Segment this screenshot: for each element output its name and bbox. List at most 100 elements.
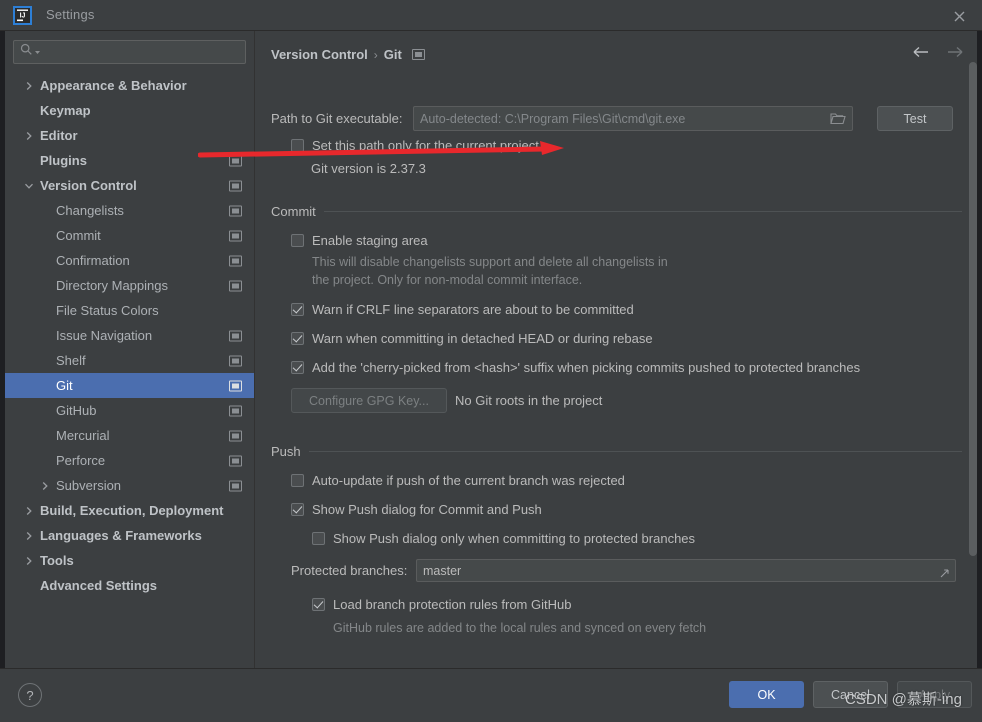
- cancel-button[interactable]: Cancel: [813, 681, 888, 708]
- chevron-right-icon[interactable]: [39, 480, 51, 492]
- apply-button[interactable]: Apply: [897, 681, 972, 708]
- expand-icon[interactable]: [937, 565, 949, 577]
- sidebar-item-label: Keymap: [40, 103, 91, 118]
- close-icon[interactable]: [944, 4, 974, 28]
- sidebar-item-tools[interactable]: Tools: [5, 548, 254, 573]
- project-settings-icon: [229, 155, 242, 166]
- search-input[interactable]: [45, 45, 235, 59]
- sidebar-item-version-control[interactable]: Version Control: [5, 173, 254, 198]
- sidebar-item-directory-mappings[interactable]: Directory Mappings: [5, 273, 254, 298]
- folder-icon[interactable]: [830, 112, 846, 125]
- show-push-dialog-checkbox-row[interactable]: Show Push dialog for Commit and Push: [291, 502, 542, 517]
- warn-crlf-checkbox-row[interactable]: Warn if CRLF line separators are about t…: [291, 302, 634, 317]
- sidebar-item-appearance-behavior[interactable]: Appearance & Behavior: [5, 73, 254, 98]
- breadcrumb-parent[interactable]: Version Control: [271, 47, 368, 62]
- section-divider: [308, 451, 962, 452]
- help-button[interactable]: ?: [18, 683, 42, 707]
- settings-sidebar: Appearance & Behavior Keymap Editor Plugins…: [5, 31, 254, 668]
- sidebar-item-label: Languages & Frameworks: [40, 528, 202, 543]
- project-settings-icon: [229, 380, 242, 391]
- load-github-rules-label: Load branch protection rules from GitHub: [333, 597, 572, 612]
- dialog-footer: ? OK Cancel Apply: [0, 668, 982, 722]
- sidebar-item-shelf[interactable]: Shelf: [5, 348, 254, 373]
- sidebar-item-file-status-colors[interactable]: File Status Colors: [5, 298, 254, 323]
- sidebar-item-editor[interactable]: Editor: [5, 123, 254, 148]
- chevron-right-icon[interactable]: [23, 555, 35, 567]
- commit-section-header: Commit: [271, 204, 962, 219]
- sidebar-item-plugins[interactable]: Plugins: [5, 148, 254, 173]
- github-rules-hint: GitHub rules are added to the local rule…: [333, 621, 707, 635]
- push-section-title: Push: [271, 444, 301, 459]
- content-scrollbar-thumb[interactable]: [969, 62, 977, 556]
- sidebar-item-label: Changelists: [56, 203, 124, 218]
- sidebar-item-confirmation[interactable]: Confirmation: [5, 248, 254, 273]
- sidebar-item-languages-frameworks[interactable]: Languages & Frameworks: [5, 523, 254, 548]
- search-dropdown-chevron-icon[interactable]: [34, 43, 41, 61]
- set-path-project-only-checkbox-row[interactable]: Set this path only for the current proje…: [291, 138, 539, 153]
- enable-staging-checkbox-row[interactable]: Enable staging area: [291, 233, 428, 248]
- sidebar-item-keymap[interactable]: Keymap: [5, 98, 254, 123]
- arrow-right-icon[interactable]: [946, 45, 963, 63]
- show-push-protected-checkbox-row[interactable]: Show Push dialog only when committing to…: [312, 531, 695, 546]
- sidebar-item-subversion[interactable]: Subversion: [5, 473, 254, 498]
- cherry-picked-suffix-label: Add the 'cherry-picked from <hash>' suff…: [312, 360, 861, 375]
- sidebar-item-issue-navigation[interactable]: Issue Navigation: [5, 323, 254, 348]
- git-path-value: Auto-detected: C:\Program Files\Git\cmd\…: [420, 111, 686, 126]
- sidebar-item-commit[interactable]: Commit: [5, 223, 254, 248]
- warn-detached-head-checkbox-row[interactable]: Warn when committing in detached HEAD or…: [291, 331, 653, 346]
- set-path-project-only-checkbox[interactable]: [291, 139, 304, 152]
- cherry-picked-suffix-checkbox[interactable]: [291, 361, 304, 374]
- sidebar-item-perforce[interactable]: Perforce: [5, 448, 254, 473]
- chevron-right-icon[interactable]: [23, 505, 35, 517]
- sidebar-item-build-execution-deployment[interactable]: Build, Execution, Deployment: [5, 498, 254, 523]
- test-button[interactable]: Test: [877, 106, 953, 131]
- project-settings-icon: [229, 280, 242, 291]
- cherry-picked-suffix-checkbox-row[interactable]: Add the 'cherry-picked from <hash>' suff…: [291, 360, 860, 375]
- project-settings-icon: [229, 205, 242, 216]
- protected-branches-label: Protected branches:: [291, 563, 408, 578]
- warn-crlf-label: Warn if CRLF line separators are about t…: [312, 302, 634, 317]
- auto-update-push-checkbox[interactable]: [291, 474, 304, 487]
- sidebar-item-label: Tools: [40, 553, 74, 568]
- sidebar-item-label: Appearance & Behavior: [40, 78, 187, 93]
- auto-update-push-checkbox-row[interactable]: Auto-update if push of the current branc…: [291, 473, 625, 488]
- sidebar-item-github[interactable]: GitHub: [5, 398, 254, 423]
- show-push-protected-checkbox[interactable]: [312, 532, 325, 545]
- project-settings-icon: [229, 180, 242, 191]
- project-settings-icon: [229, 330, 242, 341]
- show-push-protected-label: Show Push dialog only when committing to…: [333, 531, 696, 546]
- git-path-input[interactable]: Auto-detected: C:\Program Files\Git\cmd\…: [413, 106, 853, 131]
- sidebar-item-label: Subversion: [56, 478, 122, 493]
- sidebar-item-git[interactable]: Git: [5, 373, 254, 398]
- protected-branches-input[interactable]: master: [416, 559, 956, 582]
- content-scrollbar-track[interactable]: [969, 31, 980, 656]
- load-github-rules-checkbox[interactable]: [312, 598, 325, 611]
- warn-crlf-checkbox[interactable]: [291, 303, 304, 316]
- sidebar-item-label: Version Control: [40, 178, 137, 193]
- chevron-right-icon[interactable]: [23, 130, 35, 142]
- sidebar-item-mercurial[interactable]: Mercurial: [5, 423, 254, 448]
- sidebar-item-label: Editor: [40, 128, 78, 143]
- warn-detached-head-checkbox[interactable]: [291, 332, 304, 345]
- enable-staging-hint-line1: This will disable changelists support an…: [312, 255, 668, 269]
- project-settings-icon: [229, 405, 242, 416]
- enable-staging-checkbox[interactable]: [291, 234, 304, 247]
- svg-text:IJ: IJ: [20, 13, 26, 20]
- enable-staging-label: Enable staging area: [312, 233, 428, 248]
- load-github-rules-checkbox-row[interactable]: Load branch protection rules from GitHub: [312, 597, 571, 612]
- show-push-dialog-label: Show Push dialog for Commit and Push: [312, 502, 542, 517]
- search-input-wrapper[interactable]: [13, 40, 246, 64]
- sidebar-item-label: Directory Mappings: [56, 278, 168, 293]
- sidebar-item-changelists[interactable]: Changelists: [5, 198, 254, 223]
- chevron-down-icon[interactable]: [23, 180, 35, 192]
- arrow-left-icon[interactable]: [913, 45, 930, 63]
- configure-gpg-key-button[interactable]: Configure GPG Key...: [291, 388, 447, 413]
- chevron-right-icon[interactable]: [23, 80, 35, 92]
- search-icon: [20, 43, 33, 61]
- ok-button[interactable]: OK: [729, 681, 804, 708]
- show-push-dialog-checkbox[interactable]: [291, 503, 304, 516]
- sidebar-item-advanced-settings[interactable]: Advanced Settings: [5, 573, 254, 598]
- sidebar-item-label: GitHub: [56, 403, 97, 418]
- chevron-right-icon[interactable]: [23, 530, 35, 542]
- navigation-arrows: [913, 45, 963, 63]
